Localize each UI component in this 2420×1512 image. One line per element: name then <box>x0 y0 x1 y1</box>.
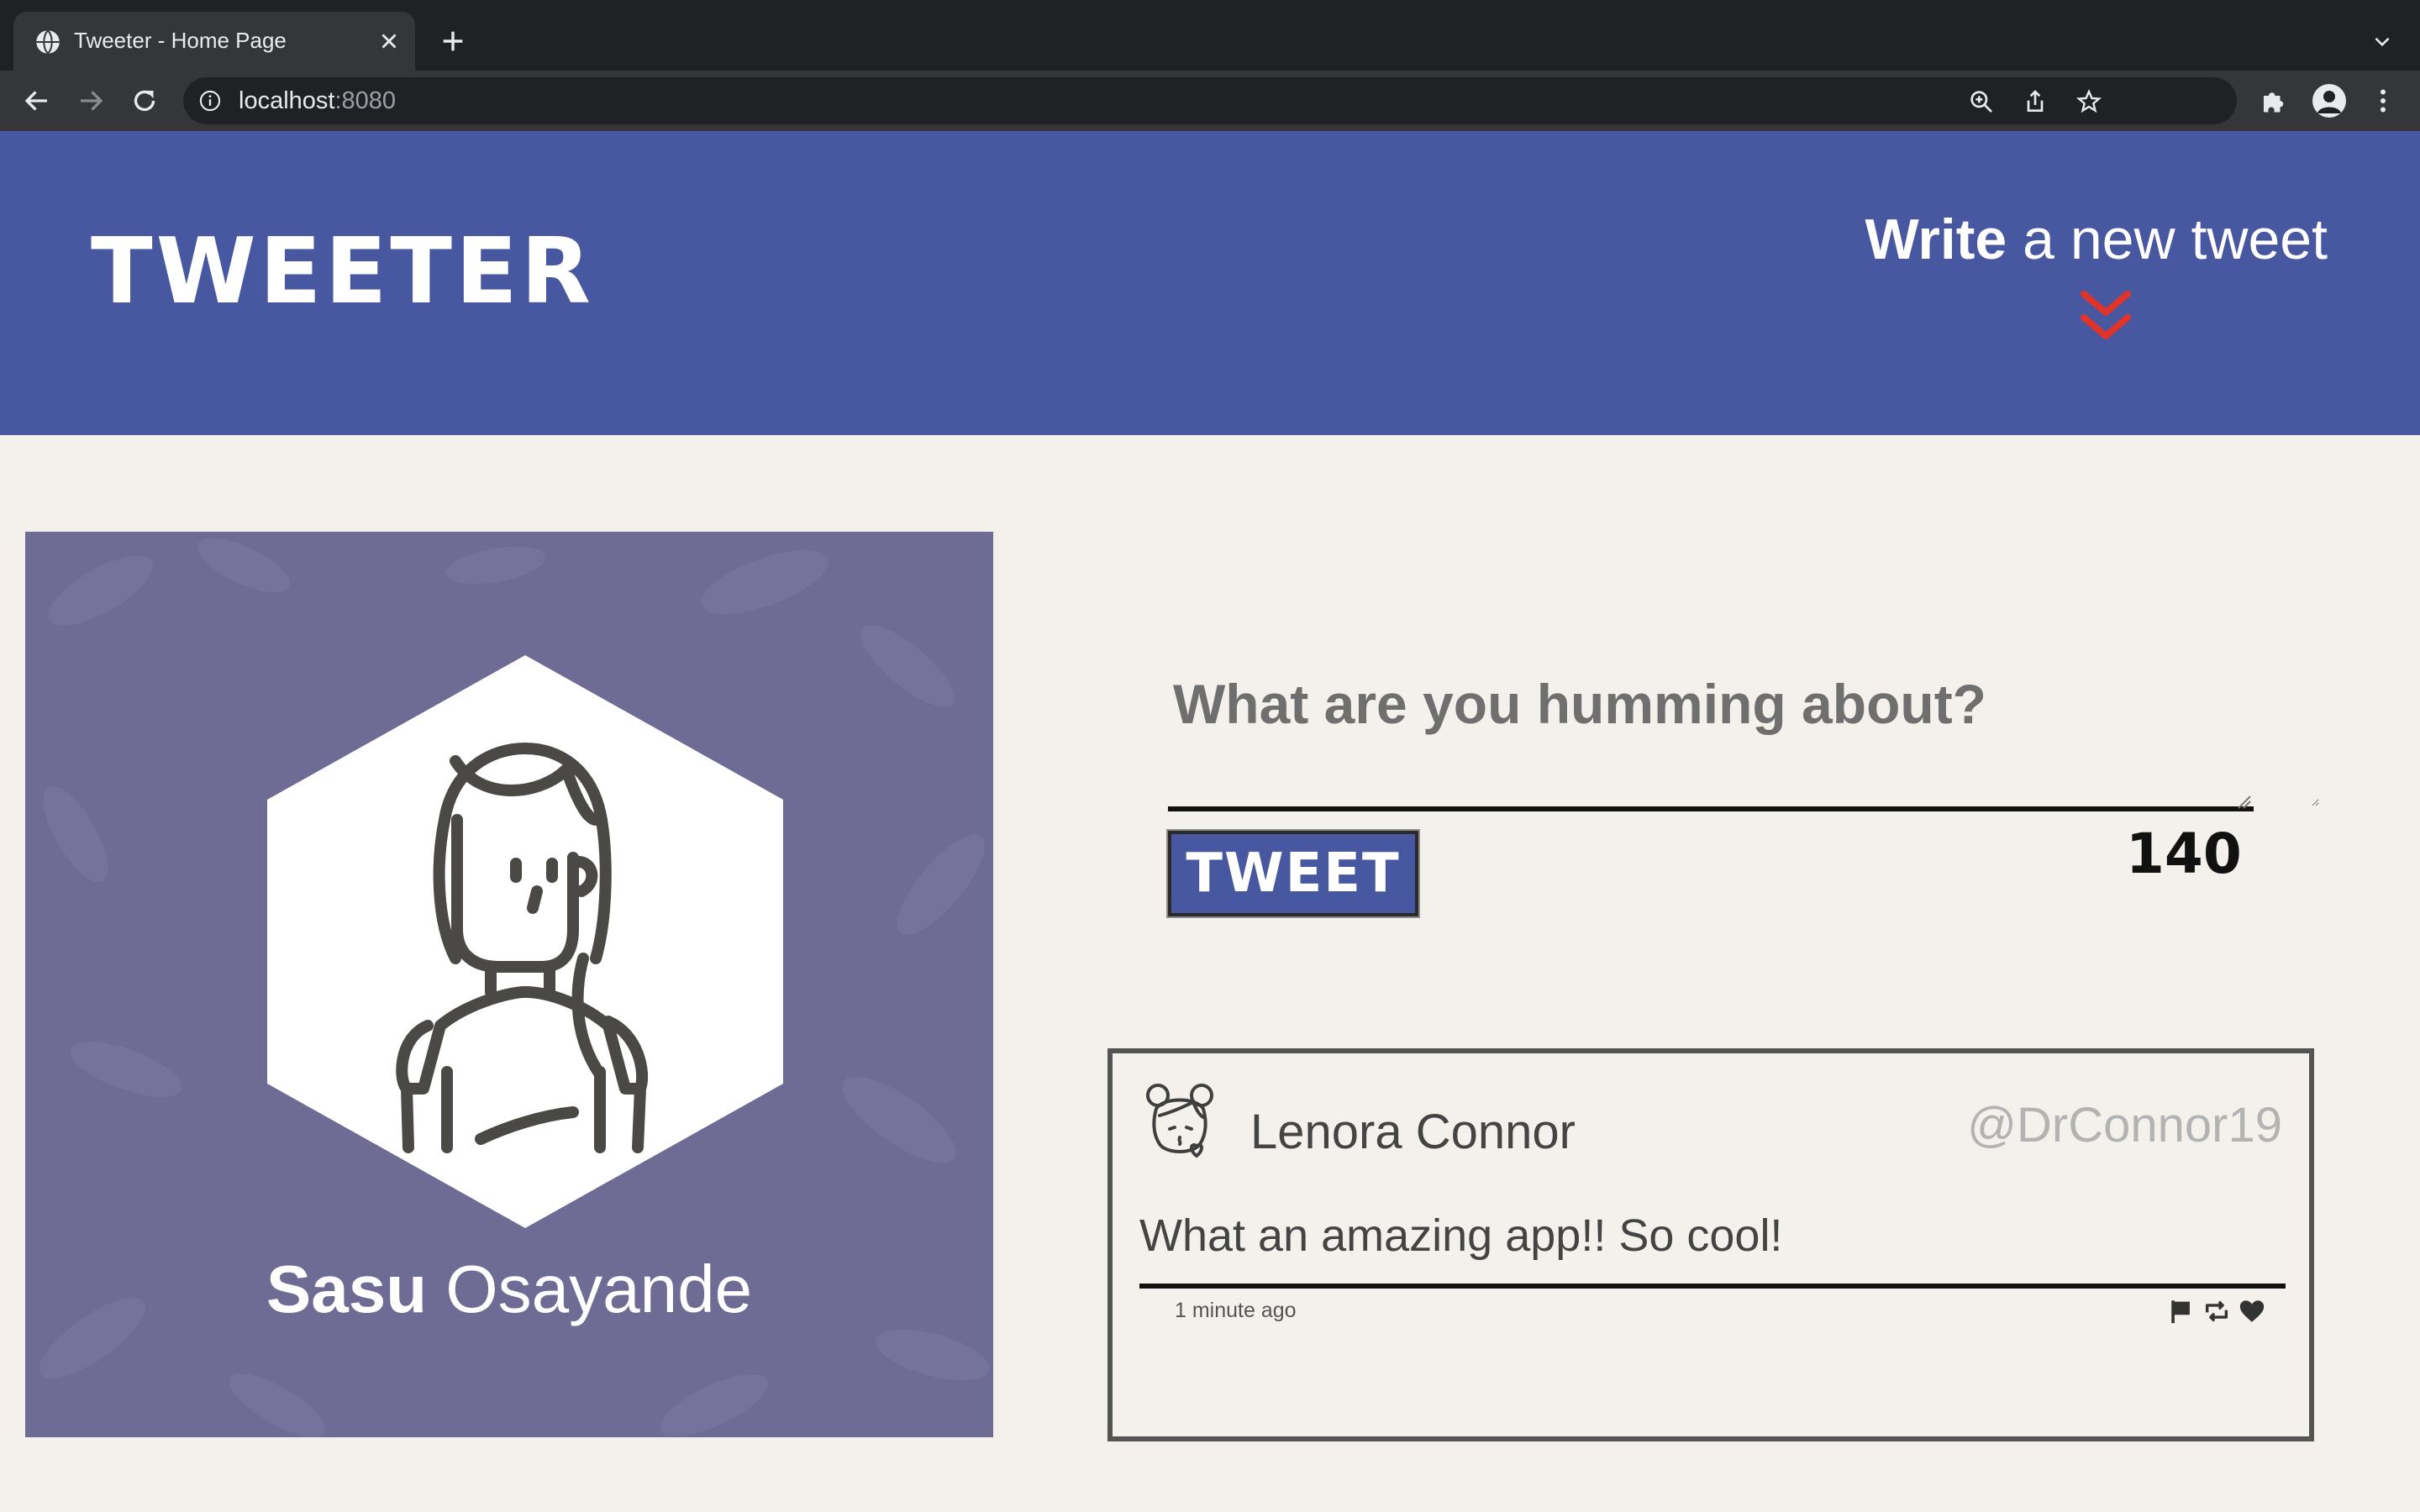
write-rest-text: a new tweet <box>2007 207 2328 271</box>
site-header: TWEETER Write a new tweet <box>0 131 2420 435</box>
close-icon[interactable] <box>376 29 402 54</box>
tab-title: Tweeter - Home Page <box>74 28 287 53</box>
user-full-name: Sasu Osayande <box>25 1251 993 1328</box>
tweet-text: What an amazing app!! So cool! <box>1139 1210 1783 1261</box>
globe-icon <box>36 29 60 55</box>
chevron-down-icon[interactable] <box>2371 30 2393 52</box>
double-chevron-down-icon[interactable] <box>2079 287 2133 344</box>
textarea-underline <box>1168 806 2254 811</box>
user-first-name: Sasu <box>266 1252 428 1326</box>
url-text[interactable]: localhost:8080 <box>239 87 396 115</box>
browser-toolbar: localhost:8080 <box>0 71 2420 131</box>
tweet-divider <box>1139 1284 2286 1289</box>
tweet-card: Lenora Connor @DrConnor19 What an amazin… <box>1107 1048 2314 1441</box>
browser-tab-bar: Tweeter - Home Page <box>0 0 2420 71</box>
heart-icon[interactable] <box>2238 1297 2266 1326</box>
star-icon[interactable] <box>2075 88 2102 115</box>
character-counter: 140 <box>2126 822 2242 886</box>
share-icon[interactable] <box>2022 88 2049 115</box>
tweet-author-handle[interactable]: @DrConnor19 <box>1967 1097 2282 1153</box>
address-bar[interactable]: localhost:8080 <box>183 77 2237 124</box>
site-logo[interactable]: TWEETER <box>91 227 594 318</box>
url-host: localhost <box>239 87 335 114</box>
user-last-name: Osayande <box>427 1252 753 1326</box>
flag-icon[interactable] <box>2167 1297 2196 1326</box>
resize-grip-icon[interactable] <box>2235 793 2252 810</box>
tweet-author-name: Lenora Connor <box>1250 1105 1576 1159</box>
forward-arrow-icon[interactable] <box>76 86 106 116</box>
write-new-tweet-link[interactable]: Write a new tweet <box>1865 208 2328 271</box>
reload-icon[interactable] <box>129 86 160 116</box>
retweet-icon[interactable] <box>2202 1297 2231 1326</box>
url-port: :8080 <box>334 87 397 114</box>
puzzle-icon[interactable] <box>2259 86 2289 116</box>
zoom-icon[interactable] <box>1968 88 1995 115</box>
plus-icon[interactable] <box>439 27 467 55</box>
kebab-menu-icon[interactable] <box>2368 86 2398 116</box>
user-profile-card: Sasu Osayande <box>25 532 993 1437</box>
browser-tab[interactable]: Tweeter - Home Page <box>13 12 415 71</box>
info-icon[interactable] <box>198 89 222 113</box>
tweet-textarea[interactable] <box>1151 655 2319 806</box>
tweet-submit-button[interactable]: TWEET <box>1166 829 1420 918</box>
tweet-timestamp: 1 minute ago <box>1175 1299 1297 1322</box>
back-arrow-icon[interactable] <box>22 86 52 116</box>
author-avatar <box>1146 1084 1213 1158</box>
person-icon <box>2317 91 2342 113</box>
write-bold-text: Write <box>1865 207 2007 271</box>
user-avatar <box>267 655 783 1228</box>
profile-icon[interactable] <box>2312 84 2346 118</box>
